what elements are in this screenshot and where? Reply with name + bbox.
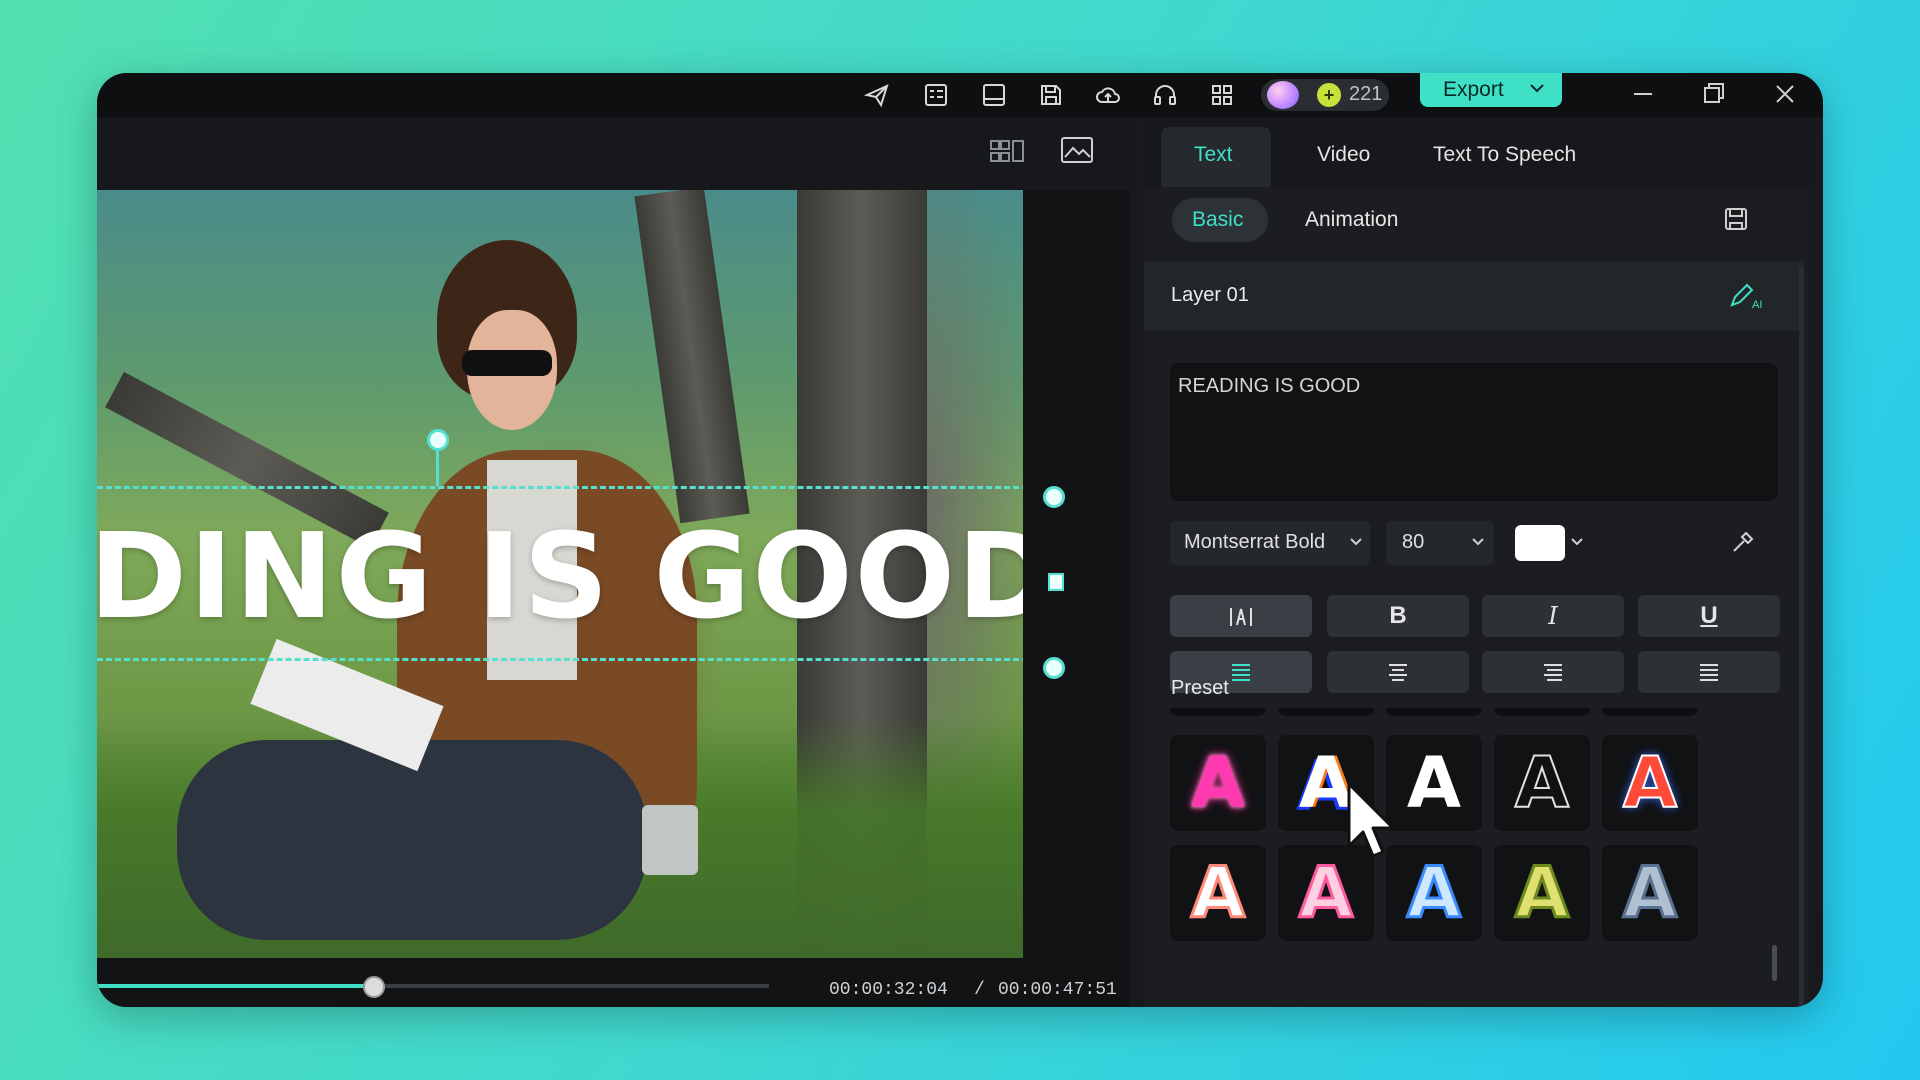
- progress-knob[interactable]: [362, 976, 385, 998]
- apps-grid-icon[interactable]: [1208, 81, 1236, 109]
- preset-neon-pink[interactable]: A: [1170, 735, 1266, 831]
- preset-glyph: A: [1621, 851, 1678, 936]
- panel-tabs: Text Video Text To Speech: [1144, 117, 1809, 187]
- align-left-icon: [1232, 663, 1250, 681]
- credits-coin-icon: +: [1317, 83, 1341, 107]
- chevron-down-icon: [1350, 538, 1362, 546]
- preset-black-outline[interactable]: A: [1494, 735, 1590, 831]
- save-icon[interactable]: [1037, 81, 1065, 109]
- credits-count: 221: [1349, 83, 1383, 105]
- tasks-icon[interactable]: [922, 81, 950, 109]
- chevron-down-icon[interactable]: [1530, 83, 1544, 93]
- svg-text:AI: AI: [1752, 299, 1762, 311]
- avatar[interactable]: [1267, 81, 1299, 109]
- resize-handle-top-right[interactable]: [1043, 486, 1065, 508]
- font-size-value: 80: [1402, 531, 1425, 553]
- resize-handle-right[interactable]: [1048, 573, 1064, 591]
- title-bar: + 221 Export: [97, 73, 1823, 117]
- align-right-icon: [1544, 663, 1562, 681]
- preset-glyph: A: [1190, 742, 1246, 824]
- preset-row-edge: [1278, 708, 1374, 716]
- tree-trunk: [634, 190, 750, 524]
- preset-glyph: A: [1189, 851, 1246, 936]
- rotate-handle[interactable]: [427, 429, 449, 451]
- font-family-value: Montserrat Bold: [1184, 531, 1326, 553]
- text-content-field[interactable]: READING IS GOOD: [1170, 363, 1778, 501]
- preset-row-edge: [1386, 708, 1482, 716]
- preset-olive-outline[interactable]: A: [1494, 845, 1590, 941]
- send-icon[interactable]: [863, 81, 891, 109]
- progress-fill: [97, 984, 373, 988]
- resize-handle-bottom-right[interactable]: [1043, 657, 1065, 679]
- subtabs: Basic Animation: [1144, 187, 1809, 261]
- preset-label: Preset: [1171, 677, 1229, 699]
- underline-button[interactable]: U: [1638, 595, 1780, 637]
- color-chevron-down-icon[interactable]: [1571, 537, 1583, 547]
- selection-top-edge: [97, 486, 1023, 489]
- video-frame[interactable]: DING IS GOOD: [97, 190, 1023, 958]
- eyedropper-icon[interactable]: [1730, 529, 1756, 555]
- tab-video[interactable]: Video: [1317, 143, 1370, 167]
- person-jeans: [177, 740, 647, 940]
- font-size-select[interactable]: 80: [1386, 521, 1494, 565]
- properties-panel: Text Video Text To Speech Basic Animatio…: [1144, 117, 1809, 1007]
- preset-glyph: A: [1514, 741, 1570, 825]
- subtab-basic[interactable]: Basic: [1192, 208, 1243, 232]
- preset-glyph: A: [1622, 741, 1678, 825]
- current-time: 00:00:32:04: [829, 980, 948, 1000]
- preview-area: DING IS GOOD 00:00:32:04 / 00:00:47:51: [97, 117, 1129, 1007]
- image-snapshot-icon[interactable]: [1060, 135, 1094, 165]
- layout-icon[interactable]: [980, 81, 1008, 109]
- align-center-button[interactable]: [1327, 651, 1469, 693]
- selection-bottom-edge: [97, 658, 1023, 661]
- chevron-down-icon: [1472, 538, 1484, 546]
- align-right-button[interactable]: [1482, 651, 1624, 693]
- preset-row-edge: [1494, 708, 1590, 716]
- preset-row-edge: [1602, 708, 1698, 716]
- headset-icon[interactable]: [1151, 81, 1179, 109]
- spacing-icon: [1230, 607, 1252, 626]
- cloud-upload-icon[interactable]: [1094, 81, 1122, 109]
- app-window: + 221 Export DING IS GOOD 00:00:32:04 / …: [97, 73, 1823, 1007]
- tab-text[interactable]: Text: [1194, 143, 1233, 167]
- preset-peach-outline[interactable]: A: [1170, 845, 1266, 941]
- overlay-title-text[interactable]: DING IS GOOD: [97, 517, 1023, 635]
- grid-view-icon[interactable]: [989, 137, 1025, 167]
- progress-track[interactable]: [97, 976, 769, 998]
- export-label: Export: [1443, 78, 1504, 101]
- layer-row[interactable]: Layer 01 AI: [1144, 261, 1804, 331]
- preset-steel-outline[interactable]: A: [1602, 845, 1698, 941]
- layer-label: Layer 01: [1171, 284, 1249, 306]
- playback-bar: 00:00:32:04 / 00:00:47:51: [97, 958, 1129, 1007]
- mouse-cursor-icon: [1347, 782, 1395, 858]
- ai-edit-icon[interactable]: AI: [1728, 283, 1764, 311]
- bold-button[interactable]: B: [1327, 595, 1469, 637]
- time-separator: /: [974, 980, 985, 1000]
- preview-toolbar: [97, 117, 1129, 190]
- panel-scrollbar[interactable]: [1799, 267, 1804, 1007]
- preset-scroll-thumb[interactable]: [1772, 945, 1777, 981]
- preset-red-blue-glow[interactable]: A: [1602, 735, 1698, 831]
- minimize-icon[interactable]: [1628, 79, 1658, 109]
- close-icon[interactable]: [1770, 79, 1800, 109]
- subtab-animation[interactable]: Animation: [1305, 208, 1398, 232]
- preset-row-edge: [1170, 708, 1266, 716]
- align-justify-button[interactable]: [1638, 651, 1780, 693]
- sunglasses: [462, 350, 552, 376]
- export-button[interactable]: Export: [1420, 73, 1562, 107]
- align-justify-icon: [1700, 663, 1718, 681]
- tab-text-to-speech[interactable]: Text To Speech: [1433, 143, 1576, 167]
- align-center-icon: [1389, 663, 1407, 681]
- italic-button[interactable]: I: [1482, 595, 1624, 637]
- cup: [642, 805, 698, 875]
- font-family-select[interactable]: Montserrat Bold: [1170, 521, 1370, 565]
- total-time: 00:00:47:51: [998, 980, 1117, 1000]
- letter-spacing-button[interactable]: [1170, 595, 1312, 637]
- restore-icon[interactable]: [1699, 79, 1729, 109]
- preset-glyph: A: [1513, 851, 1570, 936]
- save-preset-icon[interactable]: [1722, 205, 1750, 233]
- text-color-swatch[interactable]: [1515, 525, 1565, 561]
